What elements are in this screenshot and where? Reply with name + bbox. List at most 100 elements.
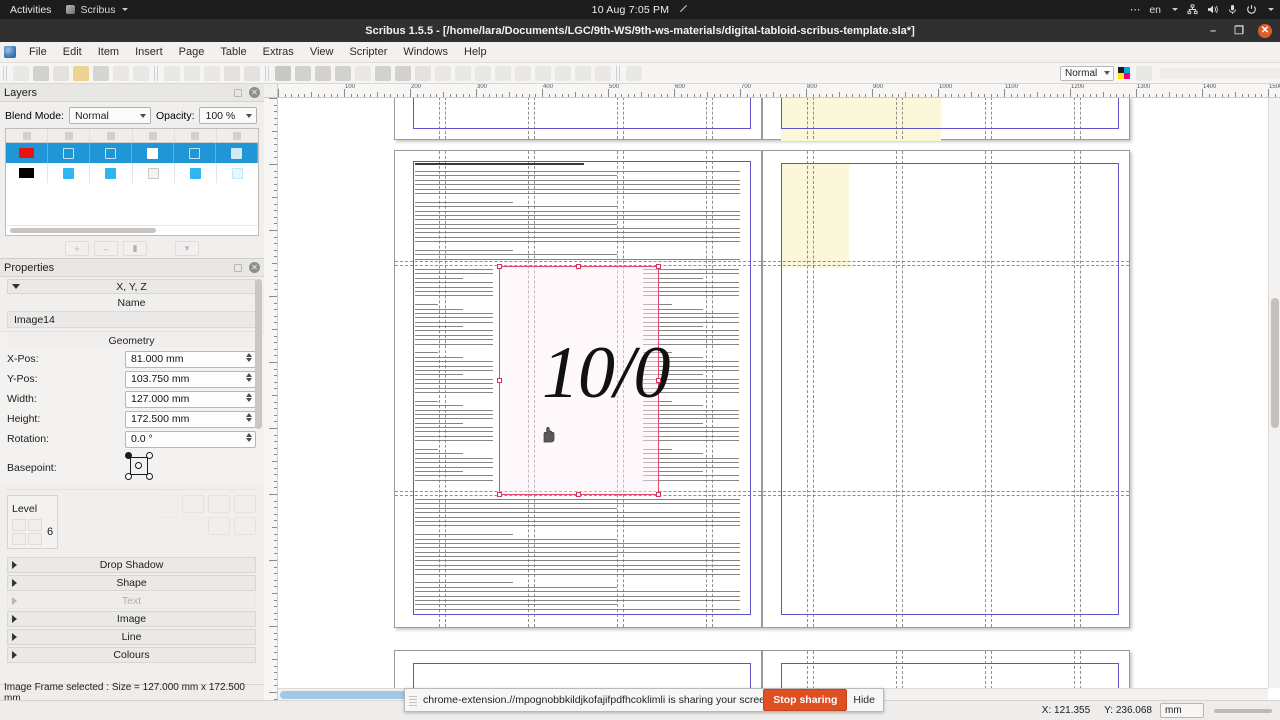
volume-icon[interactable] bbox=[1207, 4, 1219, 15]
layer-print-checkbox[interactable] bbox=[90, 163, 133, 183]
paste-icon[interactable] bbox=[204, 65, 220, 81]
basepoint-top-left[interactable] bbox=[125, 452, 132, 459]
new-document-icon[interactable] bbox=[13, 65, 29, 81]
insert-shape-icon[interactable] bbox=[375, 65, 391, 81]
open-document-icon[interactable] bbox=[33, 65, 49, 81]
lock-size-button[interactable] bbox=[234, 495, 256, 513]
layer-color-swatch[interactable] bbox=[6, 163, 49, 183]
basepoint-bottom-left[interactable] bbox=[125, 473, 132, 480]
layer-visible-checkbox[interactable] bbox=[48, 143, 90, 163]
measurements-icon[interactable] bbox=[555, 65, 571, 81]
text-flow-button[interactable] bbox=[208, 517, 230, 535]
page-left[interactable]: 10/0 bbox=[394, 150, 762, 628]
selected-image-frame[interactable]: 10/0 bbox=[497, 264, 671, 497]
toolbar-drag-handle-2[interactable] bbox=[154, 65, 159, 81]
toolbar-drag-handle-3[interactable] bbox=[265, 65, 270, 81]
menu-help[interactable]: Help bbox=[456, 44, 495, 60]
body-text-column-1[interactable] bbox=[415, 269, 493, 487]
layers-table[interactable] bbox=[5, 128, 259, 236]
zoom-icon[interactable] bbox=[244, 65, 260, 81]
width-stepper[interactable] bbox=[246, 392, 252, 402]
hide-banner-button[interactable]: Hide bbox=[853, 694, 875, 706]
duplicate-layer-button[interactable]: ▮ bbox=[123, 241, 147, 256]
menu-insert[interactable]: Insert bbox=[127, 44, 171, 60]
close-icon[interactable]: ✕ bbox=[249, 262, 260, 273]
disable-printing-button[interactable] bbox=[234, 517, 256, 535]
copy-item-properties-icon[interactable] bbox=[575, 65, 591, 81]
level-buttons[interactable] bbox=[12, 519, 42, 545]
menu-scripter[interactable]: Scripter bbox=[341, 44, 395, 60]
height-stepper[interactable] bbox=[246, 412, 252, 422]
float-panel-icon[interactable] bbox=[234, 263, 242, 272]
layers-horizontal-scrollbar[interactable] bbox=[6, 225, 258, 235]
enable-printing-button[interactable] bbox=[156, 517, 178, 535]
layer-visible-checkbox[interactable] bbox=[48, 163, 91, 183]
properties-scrollbar[interactable] bbox=[255, 279, 262, 662]
basepoint-bottom-right[interactable] bbox=[146, 473, 153, 480]
copy-icon[interactable] bbox=[184, 65, 200, 81]
zoom-slider[interactable] bbox=[1214, 708, 1272, 713]
close-icon[interactable]: ✕ bbox=[249, 87, 260, 98]
insert-image-frame-icon[interactable] bbox=[315, 65, 331, 81]
float-panel-icon[interactable] bbox=[234, 88, 242, 97]
name-field[interactable]: Image14 bbox=[7, 311, 256, 328]
group-button[interactable] bbox=[182, 517, 204, 535]
eye-dropper-icon[interactable] bbox=[595, 65, 611, 81]
vertical-ruler[interactable] bbox=[264, 98, 278, 700]
section-drop-shadow[interactable]: Drop Shadow bbox=[7, 557, 256, 573]
layer-outline-checkbox[interactable] bbox=[217, 163, 258, 183]
layer-options-button[interactable]: ▾ bbox=[175, 241, 199, 256]
canvas-scroll-area[interactable]: 10/0 bbox=[278, 98, 1268, 688]
section-shape[interactable]: Shape bbox=[7, 575, 256, 591]
menu-extras[interactable]: Extras bbox=[255, 44, 302, 60]
layer-flow-checkbox[interactable] bbox=[175, 163, 217, 183]
raise-to-top-button[interactable] bbox=[12, 519, 26, 531]
flip-vertical-button[interactable] bbox=[182, 495, 204, 513]
page-right[interactable] bbox=[762, 150, 1130, 628]
microphone-icon[interactable] bbox=[1228, 4, 1237, 15]
remove-layer-button[interactable]: – bbox=[94, 241, 118, 256]
export-pdf-icon[interactable] bbox=[93, 65, 109, 81]
insert-render-frame-icon[interactable] bbox=[335, 65, 351, 81]
xpos-input[interactable]: 81.000 mm bbox=[125, 350, 256, 368]
menu-page[interactable]: Page bbox=[171, 44, 213, 60]
insert-polygon-icon[interactable] bbox=[395, 65, 411, 81]
preview-mode-select[interactable]: Normal bbox=[1060, 65, 1114, 81]
freehand-line-icon[interactable] bbox=[455, 65, 471, 81]
table-row[interactable] bbox=[6, 163, 258, 183]
layer-print-checkbox[interactable] bbox=[90, 143, 132, 163]
maximize-button[interactable]: ❐ bbox=[1232, 24, 1246, 38]
toolbar-drag-handle[interactable] bbox=[3, 65, 8, 81]
lower-to-bottom-button[interactable] bbox=[28, 533, 42, 545]
page-spread-bottom-right[interactable] bbox=[762, 650, 1130, 688]
power-icon[interactable] bbox=[1246, 4, 1257, 15]
lower-button[interactable] bbox=[12, 533, 26, 545]
opacity-select[interactable]: 100 % bbox=[199, 107, 258, 124]
print-icon[interactable] bbox=[73, 65, 89, 81]
close-button[interactable]: ✕ bbox=[1258, 23, 1272, 38]
cut-icon[interactable] bbox=[164, 65, 180, 81]
basepoint-top-right[interactable] bbox=[146, 452, 153, 459]
raise-button[interactable] bbox=[28, 519, 42, 531]
rotation-stepper[interactable] bbox=[246, 432, 252, 442]
add-layer-button[interactable]: + bbox=[65, 241, 89, 256]
table-row[interactable] bbox=[6, 143, 258, 163]
section-line[interactable]: Line bbox=[7, 629, 256, 645]
xpos-stepper[interactable] bbox=[246, 352, 252, 362]
basepoint-selector[interactable] bbox=[125, 452, 153, 480]
menu-edit[interactable]: Edit bbox=[55, 44, 90, 60]
layer-flow-checkbox[interactable] bbox=[174, 143, 216, 163]
ruler-origin[interactable] bbox=[264, 84, 278, 98]
menu-view[interactable]: View bbox=[302, 44, 342, 60]
flip-horizontal-button[interactable] bbox=[156, 495, 178, 513]
toolbar-drag-handle-4[interactable] bbox=[616, 65, 621, 81]
drag-handle-icon[interactable] bbox=[409, 694, 417, 706]
rotation-input[interactable]: 0.0 ° bbox=[125, 430, 256, 448]
ypos-stepper[interactable] bbox=[246, 372, 252, 382]
preflight-icon[interactable] bbox=[113, 65, 129, 81]
section-xyz[interactable]: X, Y, Z bbox=[7, 279, 256, 294]
section-image[interactable]: Image bbox=[7, 611, 256, 627]
height-input[interactable]: 172.500 mm bbox=[125, 410, 256, 428]
language-indicator[interactable]: en bbox=[1149, 4, 1161, 16]
insert-table-icon[interactable] bbox=[355, 65, 371, 81]
